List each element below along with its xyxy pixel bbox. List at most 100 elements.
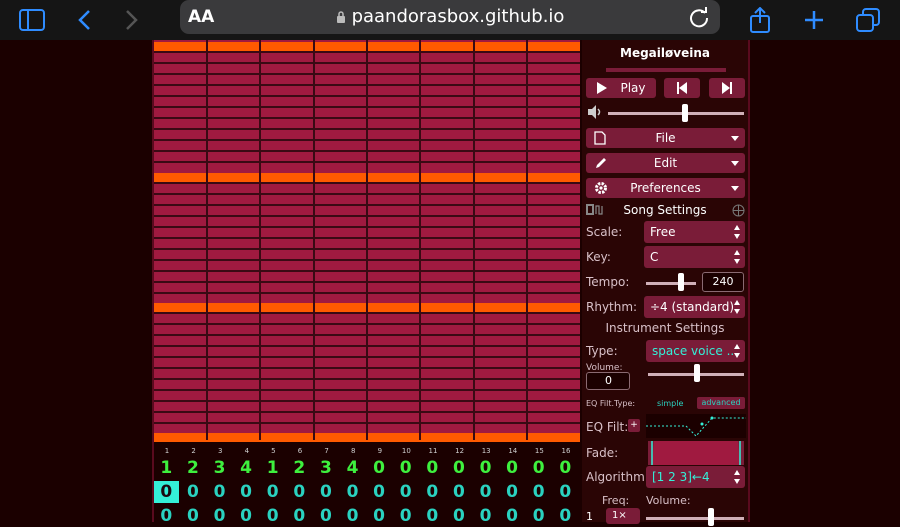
pattern-cell[interactable]: 0 <box>181 505 206 527</box>
beat-divider <box>473 40 475 440</box>
instrument-type-select[interactable]: space voice ... <box>646 340 745 362</box>
pattern-cell[interactable]: 0 <box>473 457 498 479</box>
pattern-cell[interactable]: 0 <box>367 457 392 479</box>
pattern-cell[interactable]: 4 <box>340 457 365 479</box>
share-icon[interactable] <box>746 6 774 34</box>
pattern-cell[interactable]: 0 <box>340 505 365 527</box>
fade-graph[interactable] <box>648 441 744 465</box>
bar-number: 8 <box>350 447 356 455</box>
pattern-cell[interactable]: 0 <box>526 481 551 503</box>
pattern-cell[interactable]: 1 <box>154 457 179 479</box>
tabs-overview-icon[interactable] <box>854 6 882 34</box>
pattern-cell[interactable]: 0 <box>393 481 418 503</box>
tempo-slider-track[interactable] <box>646 282 696 285</box>
pattern-cell[interactable]: 0 <box>500 481 525 503</box>
pattern-cell[interactable]: 0 <box>234 481 259 503</box>
next-bar-icon <box>722 82 732 94</box>
next-bar-button[interactable] <box>709 78 745 98</box>
fade-label: Fade: <box>586 446 619 460</box>
pattern-cell[interactable]: 4 <box>234 457 259 479</box>
reload-icon[interactable] <box>688 6 710 28</box>
tempo-input[interactable]: 240 <box>702 272 744 292</box>
pattern-cell[interactable]: 0 <box>260 505 285 527</box>
eq-advanced-option[interactable]: advanced <box>697 397 745 409</box>
pattern-cell[interactable]: 0 <box>207 481 232 503</box>
pattern-cell[interactable]: 0 <box>553 457 578 479</box>
song-progress <box>606 68 726 72</box>
volume-slider-track[interactable] <box>608 112 744 115</box>
pattern-cell[interactable]: 0 <box>287 481 312 503</box>
pattern-cell[interactable]: 2 <box>181 457 206 479</box>
pattern-cell[interactable]: 0 <box>420 481 445 503</box>
updown-icon <box>734 300 740 314</box>
sidebar-icon[interactable] <box>18 6 46 34</box>
pattern-cell[interactable]: 1 <box>260 457 285 479</box>
new-tab-icon[interactable] <box>800 6 828 34</box>
updown-icon <box>734 250 740 264</box>
tempo-slider-knob[interactable] <box>678 273 684 291</box>
pattern-cell[interactable]: 0 <box>260 481 285 503</box>
pattern-cell[interactable]: 0 <box>420 457 445 479</box>
track-editor[interactable]: 1234123400000000000000000000000000000000… <box>154 445 580 526</box>
forward-icon[interactable] <box>118 6 146 34</box>
pattern-cell[interactable]: 0 <box>314 505 339 527</box>
file-icon <box>594 131 606 145</box>
algorithm-select[interactable]: [1 2 3]←4 <box>646 466 745 488</box>
pattern-cell[interactable]: 0 <box>154 505 179 527</box>
beat-divider <box>313 40 315 440</box>
pattern-cell[interactable]: 0 <box>473 505 498 527</box>
pattern-cell[interactable]: 3 <box>207 457 232 479</box>
pattern-cell[interactable]: 0 <box>526 457 551 479</box>
instrument-volume-knob[interactable] <box>694 364 700 382</box>
pattern-cell[interactable]: 0 <box>473 481 498 503</box>
address-bar[interactable]: AA paandorasbox.github.io <box>180 0 720 34</box>
eq-add-button[interactable]: + <box>628 419 640 432</box>
pattern-cell[interactable]: 0 <box>393 505 418 527</box>
operator-volume-knob[interactable] <box>708 508 714 526</box>
pattern-cell[interactable]: 0 <box>553 505 578 527</box>
file-caret-icon <box>731 136 739 141</box>
pattern-cell[interactable]: 0 <box>447 505 472 527</box>
pattern-cell[interactable]: 0 <box>500 457 525 479</box>
play-button[interactable]: Play <box>586 78 656 98</box>
pattern-cell[interactable]: 0 <box>340 481 365 503</box>
browser-toolbar: AA paandorasbox.github.io <box>0 0 900 40</box>
instrument-volume-input[interactable]: 0 <box>586 372 630 390</box>
pattern-cell[interactable]: 0 <box>367 481 392 503</box>
pattern-cell[interactable]: 2 <box>287 457 312 479</box>
song-title[interactable]: Megailøveina <box>582 46 748 60</box>
preferences-menu[interactable]: Preferences <box>586 178 745 198</box>
pattern-cell[interactable]: 0 <box>287 505 312 527</box>
scale-select[interactable]: Free <box>644 221 745 243</box>
pattern-editor[interactable] <box>154 40 580 442</box>
operator-volume-track[interactable] <box>646 517 744 520</box>
pattern-cell[interactable]: 0 <box>393 457 418 479</box>
previous-bar-button[interactable] <box>664 78 700 98</box>
pattern-cell[interactable]: 0 <box>181 481 206 503</box>
eq-filter-graph[interactable] <box>646 414 746 438</box>
pattern-cell[interactable]: 0 <box>500 505 525 527</box>
pattern-cell[interactable]: 0 <box>447 481 472 503</box>
lock-icon <box>336 11 345 23</box>
pattern-cell[interactable]: 3 <box>314 457 339 479</box>
pattern-cell[interactable]: 0 <box>553 481 578 503</box>
editor-right-border <box>748 40 750 522</box>
pattern-cell[interactable]: 0 <box>420 505 445 527</box>
back-icon[interactable] <box>70 6 98 34</box>
scale-value: Free <box>650 225 676 239</box>
pattern-cell[interactable]: 0 <box>447 457 472 479</box>
eq-simple-option[interactable]: simple <box>657 399 683 408</box>
pattern-cell[interactable]: 0 <box>154 481 179 503</box>
bar-number: 2 <box>191 447 196 455</box>
pattern-cell[interactable]: 0 <box>367 505 392 527</box>
edit-menu[interactable]: Edit <box>586 153 745 173</box>
file-menu[interactable]: File <box>586 128 745 148</box>
pattern-cell[interactable]: 0 <box>526 505 551 527</box>
pattern-cell[interactable]: 0 <box>234 505 259 527</box>
pattern-cell[interactable]: 0 <box>207 505 232 527</box>
key-select[interactable]: C <box>644 246 745 268</box>
rhythm-select[interactable]: ÷4 (standard) <box>644 296 745 318</box>
pattern-cell[interactable]: 0 <box>314 481 339 503</box>
volume-slider-knob[interactable] <box>682 104 688 122</box>
globe-icon[interactable] <box>732 204 745 217</box>
